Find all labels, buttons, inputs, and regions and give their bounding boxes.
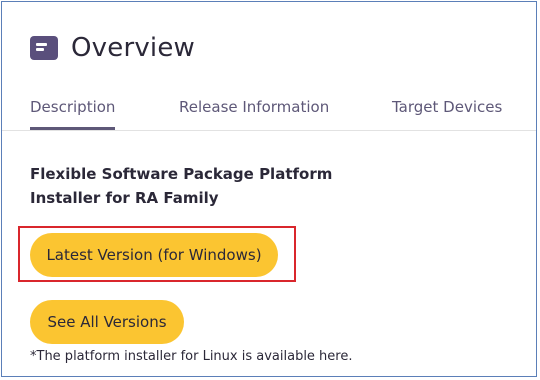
see-all-versions-button[interactable]: See All Versions — [30, 300, 184, 344]
tab-description[interactable]: Description — [30, 98, 115, 116]
tab-release-information[interactable]: Release Information — [179, 98, 329, 116]
linux-footnote: *The platform installer for Linux is ava… — [30, 349, 353, 364]
page-title: Overview — [71, 33, 196, 63]
document-card-icon — [30, 36, 58, 60]
overview-header: Overview — [30, 28, 195, 68]
latest-version-button[interactable]: Latest Version (for Windows) — [30, 233, 278, 277]
tab-target-devices[interactable]: Target Devices — [392, 98, 502, 116]
product-name: Flexible Software Package Platform Insta… — [30, 165, 333, 207]
overview-panel: Overview Description Release Information… — [1, 1, 537, 377]
active-tab-indicator — [30, 127, 115, 130]
tab-bar: Description Release Information Target D… — [2, 88, 536, 131]
